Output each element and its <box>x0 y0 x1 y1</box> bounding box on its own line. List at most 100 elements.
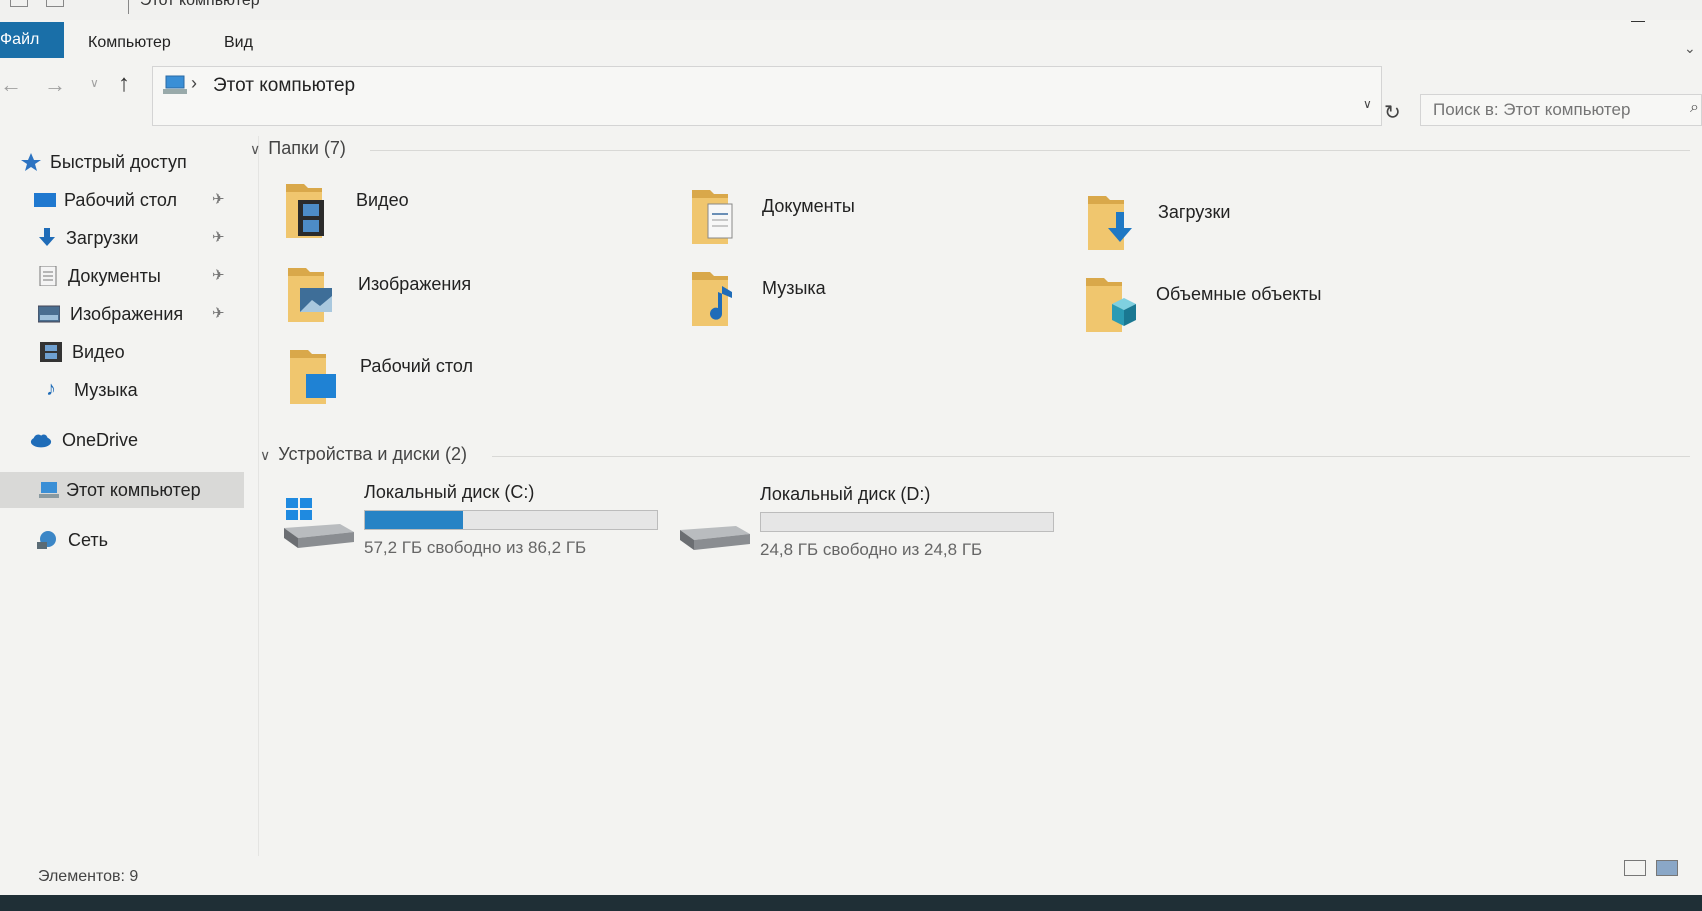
drive-usage-bar <box>760 512 1054 532</box>
downloads-folder-icon <box>1088 196 1132 250</box>
sidebar-item-label: Этот компьютер <box>66 480 201 500</box>
documents-folder-icon <box>692 190 733 244</box>
sidebar-item-network[interactable]: Сеть <box>0 522 244 558</box>
ribbon-tabs: Файл Компьютер Вид <box>0 22 1702 58</box>
sidebar-item-label: Документы <box>68 266 161 286</box>
folder-label: Объемные объекты <box>1156 284 1322 304</box>
pane-divider[interactable] <box>258 136 259 856</box>
sidebar-item-desktop[interactable]: Рабочий стол ✈ <box>0 182 244 218</box>
video-icon <box>40 342 62 362</box>
address-dropdown-icon[interactable]: ∨ <box>1363 97 1372 111</box>
sidebar-item-documents[interactable]: Документы ✈ <box>0 258 244 294</box>
explorer-window: Этот компьютер Файл Компьютер Вид ⌄ ← → … <box>0 0 1702 895</box>
back-arrow-icon[interactable]: ← <box>0 72 22 98</box>
pin-icon[interactable]: ✈ <box>212 258 225 294</box>
large-icons-view-icon[interactable] <box>1656 860 1679 876</box>
folders-group-header[interactable]: ∨ Папки (7) <box>250 138 346 159</box>
folder-documents[interactable]: Документы <box>688 184 1048 264</box>
sidebar-item-label: Рабочий стол <box>64 190 177 210</box>
group-divider <box>492 456 1690 457</box>
sidebar-item-label: Сеть <box>68 530 109 550</box>
address-bar[interactable]: › Этот компьютер ∨ <box>152 66 1382 126</box>
up-arrow-icon[interactable]: ↑ <box>118 70 130 98</box>
details-view-icon[interactable] <box>1624 860 1646 876</box>
folder-3d-objects[interactable]: Объемные объекты <box>1082 272 1442 352</box>
window-title: Этот компьютер <box>140 0 260 9</box>
search-box[interactable]: ⌕ <box>1420 94 1702 126</box>
sidebar-item-label: Изображения <box>70 304 184 324</box>
drives-group-header[interactable]: ∨ Устройства и диски (2) <box>260 444 467 465</box>
pin-icon[interactable]: ✈ <box>212 182 225 218</box>
breadcrumb-separator-icon: › <box>191 73 197 93</box>
drive-icon <box>680 526 750 550</box>
drive-usage-bar <box>364 510 658 530</box>
folder-label: Рабочий стол <box>360 356 473 376</box>
navigation-bar: ← → ∨ ↑ › Этот компьютер ∨ ↻ ⌕ <box>0 66 1702 126</box>
recent-locations-chevron-icon[interactable]: ∨ <box>90 76 99 90</box>
computer-icon <box>163 75 187 94</box>
sidebar-item-downloads[interactable]: Загрузки ✈ <box>0 220 244 256</box>
network-icon <box>37 531 56 549</box>
drive-free-space: 57,2 ГБ свободно из 86,2 ГБ <box>364 538 587 557</box>
sidebar-item-label: Быстрый доступ <box>50 152 187 172</box>
music-icon: ♪ <box>46 378 56 400</box>
item-count: Элементов: 9 <box>38 868 139 885</box>
sidebar-item-onedrive[interactable]: OneDrive <box>0 422 244 458</box>
folder-downloads[interactable]: Загрузки <box>1084 190 1444 270</box>
computer-icon <box>39 482 59 498</box>
save-icon[interactable] <box>10 0 28 7</box>
folders-group-title: Папки (7) <box>268 138 346 158</box>
folder-desktop[interactable]: Рабочий стол <box>286 344 646 424</box>
pin-icon[interactable]: ✈ <box>212 296 225 332</box>
sidebar-item-quick-access[interactable]: Быстрый доступ <box>0 144 244 180</box>
folder-label: Музыка <box>762 278 826 298</box>
sidebar-item-label: Музыка <box>74 380 138 400</box>
system-drive-icon <box>284 498 354 548</box>
chevron-down-icon: ∨ <box>250 141 261 157</box>
sidebar-item-label: Видео <box>72 342 125 362</box>
image-icon <box>38 305 60 323</box>
drive-name: Локальный диск (C:) <box>364 482 535 502</box>
pictures-folder-icon <box>288 268 332 322</box>
sidebar-item-music[interactable]: ♪ Музыка <box>0 372 244 408</box>
search-icon[interactable]: ⌕ <box>1690 99 1699 117</box>
drive-d[interactable]: Локальный диск (D:) 24,8 ГБ свободно из … <box>680 484 1060 574</box>
forward-arrow-icon[interactable]: → <box>44 72 66 98</box>
folder-music[interactable]: Музыка <box>688 266 1048 346</box>
video-folder-icon <box>286 184 324 238</box>
sidebar-item-video[interactable]: Видео <box>0 334 244 370</box>
folder-pictures[interactable]: Изображения <box>284 262 644 342</box>
folder-video[interactable]: Видео <box>282 178 642 258</box>
sidebar-item-pictures[interactable]: Изображения ✈ <box>0 296 244 332</box>
breadcrumb-current[interactable]: Этот компьютер <box>213 75 355 97</box>
search-input[interactable] <box>1421 95 1701 125</box>
cloud-icon <box>30 434 52 448</box>
sidebar-item-label: OneDrive <box>62 430 139 450</box>
drive-c[interactable]: Локальный диск (C:) 57,2 ГБ свободно из … <box>284 482 664 572</box>
title-bar: Этот компьютер <box>0 0 1702 35</box>
pin-icon[interactable]: ✈ <box>212 220 225 256</box>
3d-objects-folder-icon <box>1086 278 1136 332</box>
folder-new-icon[interactable] <box>46 0 65 7</box>
sidebar-item-label: Загрузки <box>66 228 139 248</box>
drives-group-title: Устройства и диски (2) <box>278 444 467 464</box>
drive-free-space: 24,8 ГБ свободно из 24,8 ГБ <box>760 540 983 559</box>
download-icon <box>39 228 55 246</box>
chevron-down-icon: ∨ <box>260 447 271 463</box>
refresh-icon[interactable]: ↻ <box>1384 100 1401 125</box>
navigation-pane: Быстрый доступ Рабочий стол ✈ Загрузки ✈… <box>0 136 246 856</box>
sidebar-item-this-pc[interactable]: Этот компьютер <box>0 472 244 508</box>
view-toggle <box>1624 860 1684 881</box>
tab-view[interactable]: Вид <box>216 28 261 58</box>
ribbon-expand-icon[interactable]: ⌄ <box>1684 40 1696 57</box>
group-divider <box>370 150 1690 151</box>
folder-label: Загрузки <box>1158 202 1231 222</box>
document-icon <box>39 266 57 286</box>
tab-file[interactable]: Файл <box>0 22 64 58</box>
drive-name: Локальный диск (D:) <box>760 484 931 504</box>
star-icon <box>21 153 41 171</box>
folder-label: Документы <box>762 196 855 216</box>
tab-computer[interactable]: Компьютер <box>80 28 179 58</box>
folder-label: Видео <box>356 190 409 210</box>
folder-label: Изображения <box>358 274 472 294</box>
